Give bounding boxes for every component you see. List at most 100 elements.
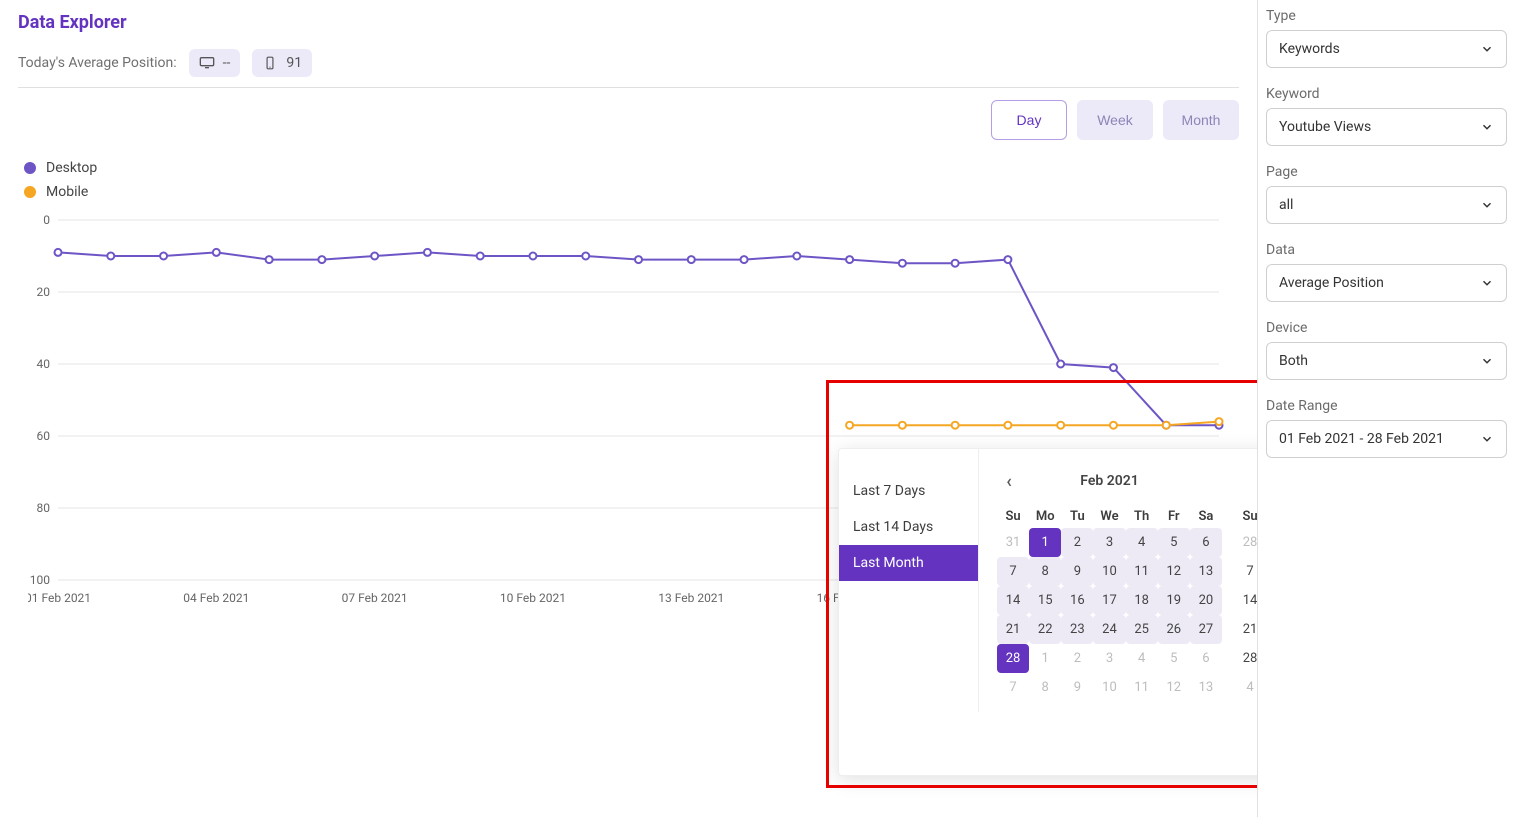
calendar-day: 7 (997, 673, 1029, 702)
calendar-title: Feb 2021 (1080, 473, 1138, 489)
calendar-grid: SuMoTuWeThFrSa31123456789101112131415161… (997, 505, 1222, 702)
type-select[interactable]: Keywords (1266, 30, 1507, 68)
calendar-day[interactable]: 21 (1234, 615, 1257, 644)
calendar-day: 6 (1190, 644, 1222, 673)
calendar-day[interactable]: 27 (1190, 615, 1222, 644)
calendar-header: ‹ Feb 2021 (997, 467, 1222, 495)
calendar-day: 2 (1061, 644, 1093, 673)
desktop-icon (199, 56, 215, 70)
filter-page-label: Page (1266, 164, 1507, 180)
desktop-avg-value: -- (223, 55, 231, 71)
interval-month[interactable]: Month (1163, 100, 1239, 140)
chevron-down-icon (1480, 354, 1494, 368)
date-preset-0[interactable]: Last 7 Days (839, 473, 978, 509)
calendar-day[interactable]: 4 (1126, 528, 1158, 557)
filter-device: Device Both (1266, 320, 1507, 380)
date-preset-2[interactable]: Last Month (839, 545, 978, 581)
calendar-dow: Tu (1061, 505, 1093, 528)
daterange-select[interactable]: 01 Feb 2021 - 28 Feb 2021 (1266, 420, 1507, 458)
interval-toggle: Day Week Month (18, 100, 1239, 140)
calendar-dow: Th (1126, 505, 1158, 528)
svg-text:04 Feb 2021: 04 Feb 2021 (183, 591, 249, 605)
calendar-day[interactable]: 14 (1234, 586, 1257, 615)
legend-desktop-label: Desktop (46, 160, 97, 176)
calendar-day: 4 (1234, 673, 1257, 702)
filter-keyword-label: Keyword (1266, 86, 1507, 102)
calendar-day[interactable]: 2 (1061, 528, 1093, 557)
chart-legend: Desktop Mobile (18, 160, 1239, 200)
chevron-down-icon (1480, 276, 1494, 290)
calendar-day: 5 (1158, 644, 1190, 673)
desktop-avg-pill[interactable]: -- (189, 49, 241, 77)
calendar-0: ‹Feb 2021SuMoTuWeThFrSa31123456789101112… (997, 467, 1222, 702)
svg-text:10 Feb 2021: 10 Feb 2021 (500, 591, 566, 605)
calendar-day[interactable]: 9 (1061, 557, 1093, 586)
calendar-day[interactable]: 12 (1158, 557, 1190, 586)
calendar-day[interactable]: 14 (997, 586, 1029, 615)
calendar-dow: We (1093, 505, 1125, 528)
legend-mobile[interactable]: Mobile (24, 184, 1239, 200)
filter-data: Data Average Position (1266, 242, 1507, 302)
chevron-down-icon (1480, 42, 1494, 56)
calendar-day[interactable]: 18 (1126, 586, 1158, 615)
calendar-day[interactable]: 6 (1190, 528, 1222, 557)
calendar-day: 8 (1029, 673, 1061, 702)
device-select[interactable]: Both (1266, 342, 1507, 380)
calendar-day[interactable]: 1 (1029, 528, 1061, 557)
calendar-day[interactable]: 7 (1234, 557, 1257, 586)
calendar-prev-icon[interactable]: ‹ (997, 469, 1021, 493)
calendar-day: 4 (1126, 644, 1158, 673)
page-value: all (1279, 197, 1293, 213)
calendar-day[interactable]: 19 (1158, 586, 1190, 615)
calendar-day: 31 (997, 528, 1029, 557)
calendar-day[interactable]: 22 (1029, 615, 1061, 644)
calendar-day[interactable]: 20 (1190, 586, 1222, 615)
filter-data-label: Data (1266, 242, 1507, 258)
date-preset-1[interactable]: Last 14 Days (839, 509, 978, 545)
data-select[interactable]: Average Position (1266, 264, 1507, 302)
keyword-value: Youtube Views (1279, 119, 1371, 135)
calendar-day[interactable]: 16 (1061, 586, 1093, 615)
calendar-day[interactable]: 17 (1093, 586, 1125, 615)
legend-desktop[interactable]: Desktop (24, 160, 1239, 176)
svg-text:01 Feb 2021: 01 Feb 2021 (28, 591, 91, 605)
calendar-day[interactable]: 28 (997, 644, 1029, 673)
calendar-day[interactable]: 24 (1093, 615, 1125, 644)
filter-type-label: Type (1266, 8, 1507, 24)
chevron-down-icon (1480, 120, 1494, 134)
page-select[interactable]: all (1266, 186, 1507, 224)
calendar-grid: SuMoTuWeThFrSa28123456789101112131415161… (1234, 505, 1257, 702)
device-value: Both (1279, 353, 1308, 369)
calendar-day[interactable]: 7 (997, 557, 1029, 586)
chevron-down-icon (1480, 198, 1494, 212)
calendar-day[interactable]: 25 (1126, 615, 1158, 644)
calendar-day[interactable]: 13 (1190, 557, 1222, 586)
filter-keyword: Keyword Youtube Views (1266, 86, 1507, 146)
filter-page: Page all (1266, 164, 1507, 224)
keyword-select[interactable]: Youtube Views (1266, 108, 1507, 146)
chevron-down-icon (1480, 432, 1494, 446)
calendar-day[interactable]: 8 (1029, 557, 1061, 586)
daterange-value: 01 Feb 2021 - 28 Feb 2021 (1279, 431, 1444, 447)
calendar-day[interactable]: 21 (997, 615, 1029, 644)
dot-icon (24, 186, 36, 198)
interval-day[interactable]: Day (991, 100, 1067, 140)
date-calendars: ‹Feb 2021SuMoTuWeThFrSa31123456789101112… (979, 449, 1257, 712)
calendar-day[interactable]: 10 (1093, 557, 1125, 586)
filter-type: Type Keywords (1266, 8, 1507, 68)
svg-text:100: 100 (30, 573, 50, 587)
calendar-day[interactable]: 11 (1126, 557, 1158, 586)
calendar-day[interactable]: 26 (1158, 615, 1190, 644)
filter-device-label: Device (1266, 320, 1507, 336)
calendar-day[interactable]: 23 (1061, 615, 1093, 644)
calendar-dow: Su (997, 505, 1029, 528)
calendar-day[interactable]: 15 (1029, 586, 1061, 615)
interval-week[interactable]: Week (1077, 100, 1153, 140)
filter-daterange-label: Date Range (1266, 398, 1507, 414)
calendar-header: Mar 2021› (1234, 467, 1257, 495)
calendar-day: 13 (1190, 673, 1222, 702)
calendar-day[interactable]: 5 (1158, 528, 1190, 557)
mobile-avg-pill[interactable]: 91 (252, 49, 312, 77)
calendar-day[interactable]: 28 (1234, 644, 1257, 673)
calendar-day[interactable]: 3 (1093, 528, 1125, 557)
